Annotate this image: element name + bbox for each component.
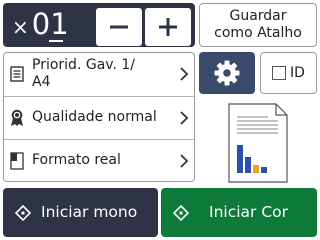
plus-icon: [159, 18, 177, 36]
id-label: ID: [290, 65, 305, 81]
chevron-right-icon: [180, 111, 189, 125]
chevron-right-icon: [180, 154, 189, 168]
id-checkbox: [272, 66, 287, 80]
tray-priority-label: Priorid. Gav. 1/ A4: [32, 57, 135, 91]
setting-quality[interactable]: Qualidade normal: [4, 97, 194, 139]
copy-preview-icon: [228, 103, 288, 183]
decrease-copies-button[interactable]: [96, 8, 142, 46]
quality-ribbon-icon: [11, 109, 23, 126]
shortcut-label-line1: Guardar: [229, 8, 287, 24]
tray-priority-line1: Priorid. Gav. 1/: [32, 57, 135, 73]
quality-label: Qualidade normal: [32, 109, 157, 125]
increase-copies-button[interactable]: [145, 8, 191, 46]
id-copy-button[interactable]: ID: [260, 52, 317, 94]
tray-priority-line2: A4: [32, 74, 51, 90]
save-as-shortcut-button[interactable]: Guardar como Atalho: [199, 3, 317, 47]
gear-icon: [214, 60, 240, 86]
settings-gear-button[interactable]: [199, 52, 255, 94]
tray-icon: [10, 66, 24, 82]
format-icon: [10, 152, 24, 170]
times-symbol: ×: [12, 15, 29, 39]
minus-icon: [110, 25, 128, 29]
start-diamond-icon: [173, 205, 189, 221]
copies-count: 01: [31, 7, 69, 41]
setting-tray-priority[interactable]: Priorid. Gav. 1/ A4: [4, 53, 194, 95]
start-mono-button[interactable]: Iniciar mono: [3, 188, 158, 237]
shortcut-label-line2: como Atalho: [214, 25, 302, 41]
start-color-button[interactable]: Iniciar Cor: [161, 188, 317, 237]
chevron-right-icon: [180, 67, 189, 81]
start-diamond-icon: [15, 205, 31, 221]
start-mono-label: Iniciar mono: [41, 203, 138, 221]
setting-format[interactable]: Formato real: [4, 140, 194, 182]
copy-settings-list: Priorid. Gav. 1/ A4 Qualidade normal For…: [3, 52, 195, 182]
count-cursor: [49, 40, 63, 42]
format-label: Formato real: [32, 152, 121, 168]
start-color-label: Iniciar Cor: [209, 203, 289, 221]
copies-panel: × 01: [3, 3, 195, 47]
